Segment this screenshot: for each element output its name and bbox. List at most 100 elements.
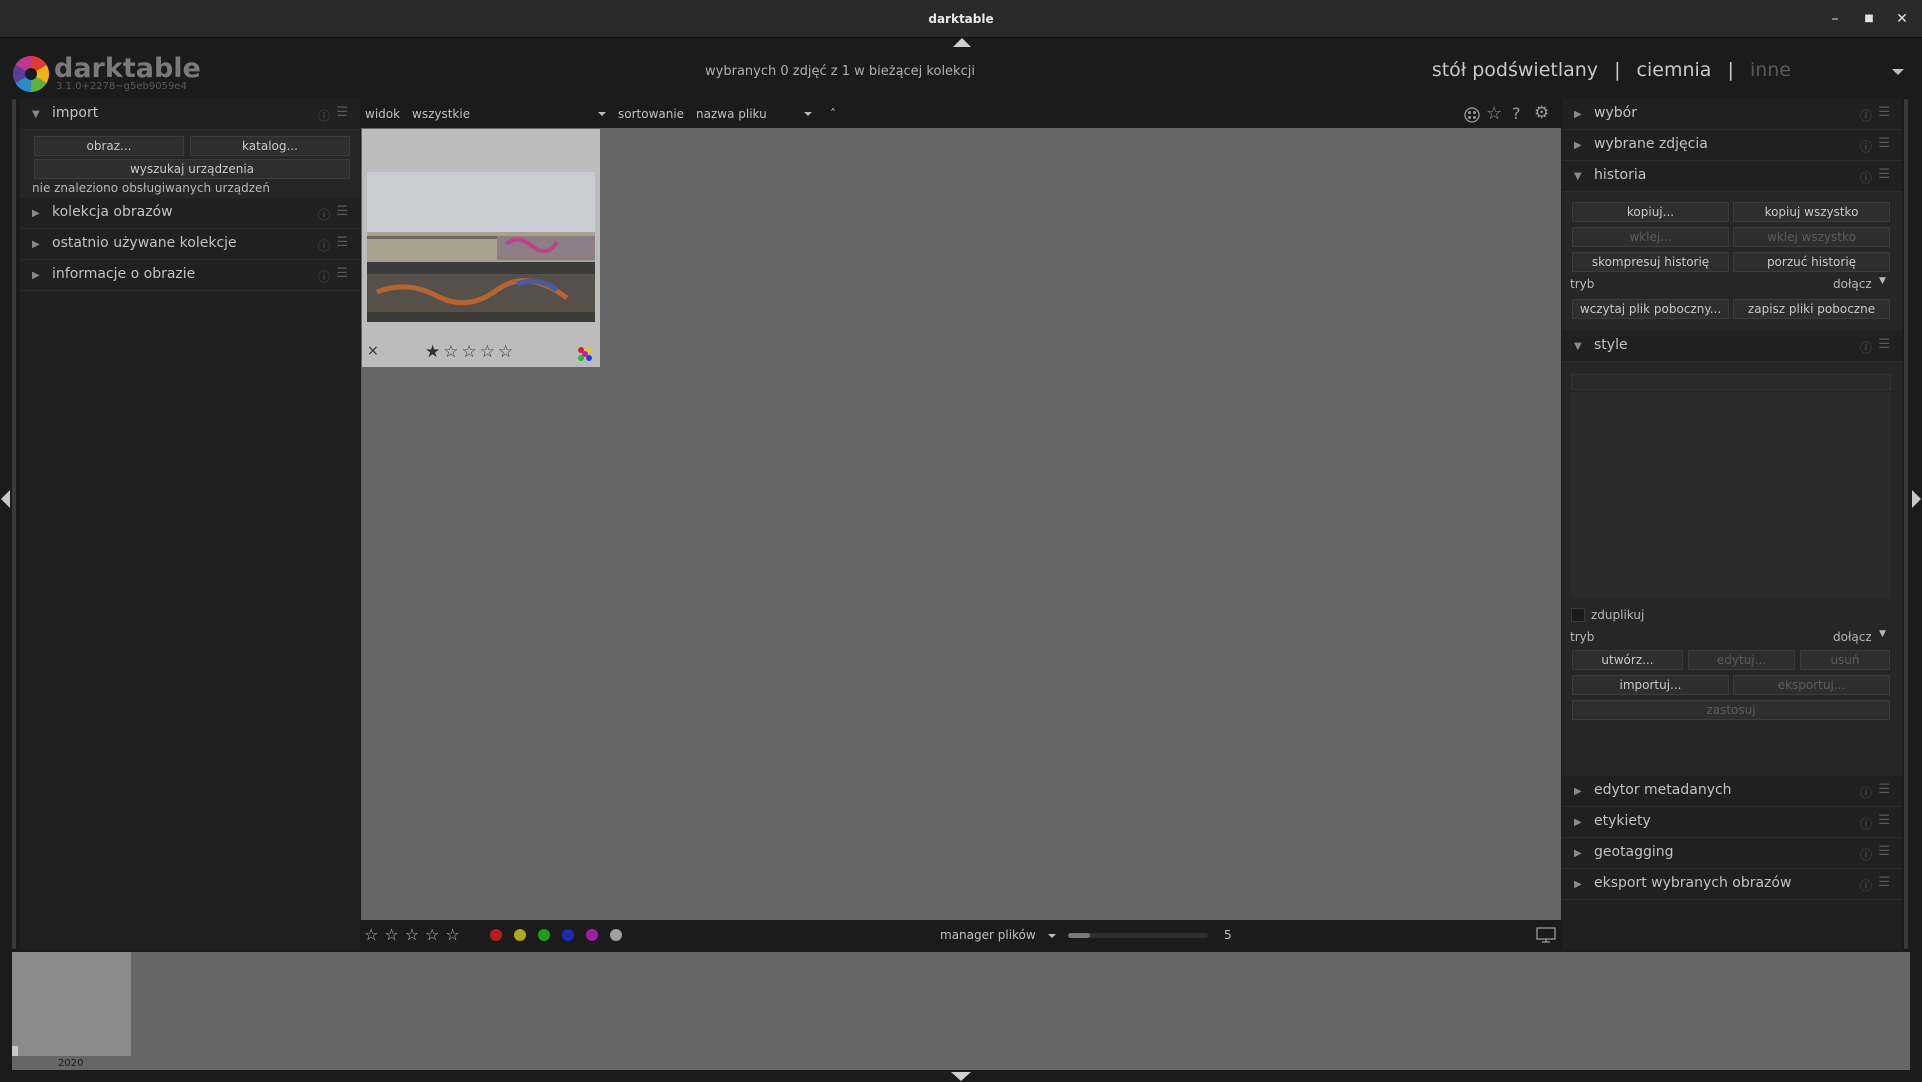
green-label-button[interactable] bbox=[538, 929, 550, 941]
module-selected-images-header[interactable]: ▶ wybrane zdjęcia ⓘ ☰ bbox=[1562, 130, 1902, 161]
styles-list[interactable] bbox=[1571, 392, 1891, 598]
collapse-right-arrow-icon[interactable] bbox=[1912, 490, 1921, 508]
history-paste-button[interactable]: wklej... bbox=[1572, 227, 1729, 247]
gear-icon[interactable]: ⚙ bbox=[1534, 103, 1549, 123]
presets-menu-icon[interactable]: ☰ bbox=[1878, 844, 1890, 859]
history-paste-all-button[interactable]: wklej wszystko bbox=[1733, 227, 1890, 247]
help-icon[interactable]: ? bbox=[1512, 104, 1521, 123]
presets-menu-icon[interactable]: ☰ bbox=[1878, 813, 1890, 828]
styles-create-button[interactable]: utwórz... bbox=[1572, 650, 1683, 670]
timeline[interactable]: 2020 bbox=[12, 952, 1910, 1070]
module-image-info-header[interactable]: ▶ informacje o obrazie ⓘ ☰ bbox=[20, 260, 360, 291]
module-history-header[interactable]: ▼ historia ⓘ ☰ bbox=[1562, 161, 1902, 192]
chevron-down-icon[interactable] bbox=[598, 112, 606, 116]
presets-menu-icon[interactable]: ☰ bbox=[336, 204, 348, 219]
zoom-slider[interactable] bbox=[1068, 933, 1208, 938]
sort-select[interactable]: nazwa pliku bbox=[696, 107, 767, 121]
history-discard-button[interactable]: porzuć historię bbox=[1733, 252, 1890, 272]
presets-menu-icon[interactable]: ☰ bbox=[1878, 782, 1890, 797]
reset-icon[interactable]: ⓘ bbox=[1860, 877, 1872, 894]
styles-remove-button[interactable]: usuń bbox=[1800, 650, 1890, 670]
module-export-header[interactable]: ▶ eksport wybranych obrazów ⓘ ☰ bbox=[1562, 869, 1902, 900]
import-image-button[interactable]: obraz... bbox=[34, 136, 184, 156]
module-geotagging-header[interactable]: ▶ geotagging ⓘ ☰ bbox=[1562, 838, 1902, 869]
module-recent-collections-header[interactable]: ▶ ostatnio używane kolekcje ⓘ ☰ bbox=[20, 229, 360, 260]
blue-label-button[interactable] bbox=[562, 929, 574, 941]
left-panel-scrollbar[interactable] bbox=[12, 99, 16, 949]
reset-icon[interactable]: ⓘ bbox=[1860, 107, 1872, 124]
reset-icon[interactable]: ⓘ bbox=[1860, 815, 1872, 832]
reject-icon[interactable]: × bbox=[367, 343, 379, 359]
layout-select[interactable]: manager plików bbox=[940, 928, 1036, 942]
styles-search-field[interactable] bbox=[1571, 374, 1891, 390]
purple-label-button[interactable] bbox=[586, 929, 598, 941]
presets-menu-icon[interactable]: ☰ bbox=[1878, 337, 1890, 352]
rating-filter-stars[interactable]: ☆☆☆☆☆ bbox=[364, 925, 466, 944]
reset-icon[interactable]: ⓘ bbox=[318, 107, 330, 124]
reset-icon[interactable]: ⓘ bbox=[318, 237, 330, 254]
history-compress-button[interactable]: skompresuj historię bbox=[1572, 252, 1729, 272]
red-label-button[interactable] bbox=[490, 929, 502, 941]
chevron-down-icon[interactable] bbox=[804, 112, 812, 116]
chevron-down-icon[interactable] bbox=[1048, 934, 1056, 938]
scan-devices-button[interactable]: wyszukaj urządzenia bbox=[34, 159, 350, 179]
load-sidecar-button[interactable]: wczytaj plik poboczny... bbox=[1572, 299, 1729, 319]
collapse-left-arrow-icon[interactable] bbox=[1, 490, 10, 508]
toggle-header-arrow-icon[interactable] bbox=[953, 38, 971, 47]
view-lighttable[interactable]: stół podświetlany bbox=[1432, 59, 1598, 81]
module-collect-header[interactable]: ▶ kolekcja obrazów ⓘ ☰ bbox=[20, 198, 360, 229]
import-catalog-button[interactable]: katalog... bbox=[190, 136, 350, 156]
module-tagging-header[interactable]: ▶ etykiety ⓘ ☰ bbox=[1562, 807, 1902, 838]
styles-mode-select[interactable]: dołącz bbox=[1833, 630, 1872, 644]
gray-label-button[interactable] bbox=[610, 929, 622, 941]
presets-menu-icon[interactable]: ☰ bbox=[336, 105, 348, 120]
view-filter-select[interactable]: wszystkie bbox=[412, 107, 470, 121]
reset-icon[interactable]: ⓘ bbox=[318, 268, 330, 285]
chevron-down-icon[interactable]: ▼ bbox=[1879, 629, 1886, 639]
reset-icon[interactable]: ⓘ bbox=[1860, 339, 1872, 356]
presets-menu-icon[interactable]: ☰ bbox=[1878, 167, 1890, 182]
maximize-icon[interactable]: ■ bbox=[1860, 10, 1878, 28]
presets-menu-icon[interactable]: ☰ bbox=[336, 235, 348, 250]
styles-apply-button[interactable]: zastosuj bbox=[1572, 700, 1890, 720]
display-profile-icon[interactable] bbox=[1536, 927, 1556, 943]
presets-menu-icon[interactable]: ☰ bbox=[1878, 105, 1890, 120]
styles-import-button[interactable]: importuj... bbox=[1572, 675, 1729, 695]
thumbnail-star-rating[interactable]: ★☆☆☆☆ bbox=[425, 342, 516, 362]
write-sidecar-button[interactable]: zapisz pliki poboczne bbox=[1733, 299, 1890, 319]
presets-menu-icon[interactable]: ☰ bbox=[1878, 875, 1890, 890]
styles-export-button[interactable]: eksportuj... bbox=[1733, 675, 1890, 695]
image-thumbnail[interactable]: × ★☆☆☆☆ bbox=[362, 129, 600, 367]
reset-icon[interactable]: ⓘ bbox=[1860, 784, 1872, 801]
zoom-value[interactable]: 5 bbox=[1224, 928, 1232, 942]
history-copy-button[interactable]: kopiuj... bbox=[1572, 202, 1729, 222]
chevron-down-icon[interactable]: ▼ bbox=[1879, 276, 1886, 286]
toggle-bottom-arrow-icon[interactable] bbox=[951, 1072, 971, 1081]
duplicate-checkbox[interactable] bbox=[1571, 608, 1585, 622]
right-panel-scrollbar[interactable] bbox=[1904, 99, 1908, 949]
timeline-year-block[interactable] bbox=[12, 952, 131, 1056]
reset-icon[interactable]: ⓘ bbox=[318, 206, 330, 223]
module-select-header[interactable]: ▶ wybór ⓘ ☰ bbox=[1562, 99, 1902, 130]
reset-icon[interactable]: ⓘ bbox=[1860, 138, 1872, 155]
module-metadata-editor-header[interactable]: ▶ edytor metadanych ⓘ ☰ bbox=[1562, 776, 1902, 807]
star-overlay-icon[interactable]: ☆ bbox=[1486, 103, 1502, 124]
presets-menu-icon[interactable]: ☰ bbox=[1878, 136, 1890, 151]
grouping-icon[interactable] bbox=[1464, 107, 1480, 123]
module-styles-header[interactable]: ▼ style ⓘ ☰ bbox=[1562, 331, 1902, 362]
module-import-header[interactable]: ▼ import ⓘ ☰ bbox=[20, 99, 360, 130]
minimize-icon[interactable]: – bbox=[1826, 10, 1844, 28]
reset-icon[interactable]: ⓘ bbox=[1860, 169, 1872, 186]
presets-menu-icon[interactable]: ☰ bbox=[336, 266, 348, 281]
view-darkroom[interactable]: ciemnia bbox=[1637, 59, 1712, 81]
history-mode-select[interactable]: dołącz bbox=[1833, 277, 1872, 291]
color-label-icon[interactable] bbox=[577, 346, 593, 362]
reset-icon[interactable]: ⓘ bbox=[1860, 846, 1872, 863]
close-icon[interactable]: ✕ bbox=[1893, 10, 1911, 28]
sort-direction-toggle[interactable]: ˄ bbox=[830, 107, 836, 121]
view-other[interactable]: inne bbox=[1750, 59, 1791, 81]
views-dropdown-icon[interactable] bbox=[1892, 69, 1904, 75]
yellow-label-button[interactable] bbox=[514, 929, 526, 941]
history-copy-all-button[interactable]: kopiuj wszystko bbox=[1733, 202, 1890, 222]
styles-edit-button[interactable]: edytuj... bbox=[1688, 650, 1795, 670]
